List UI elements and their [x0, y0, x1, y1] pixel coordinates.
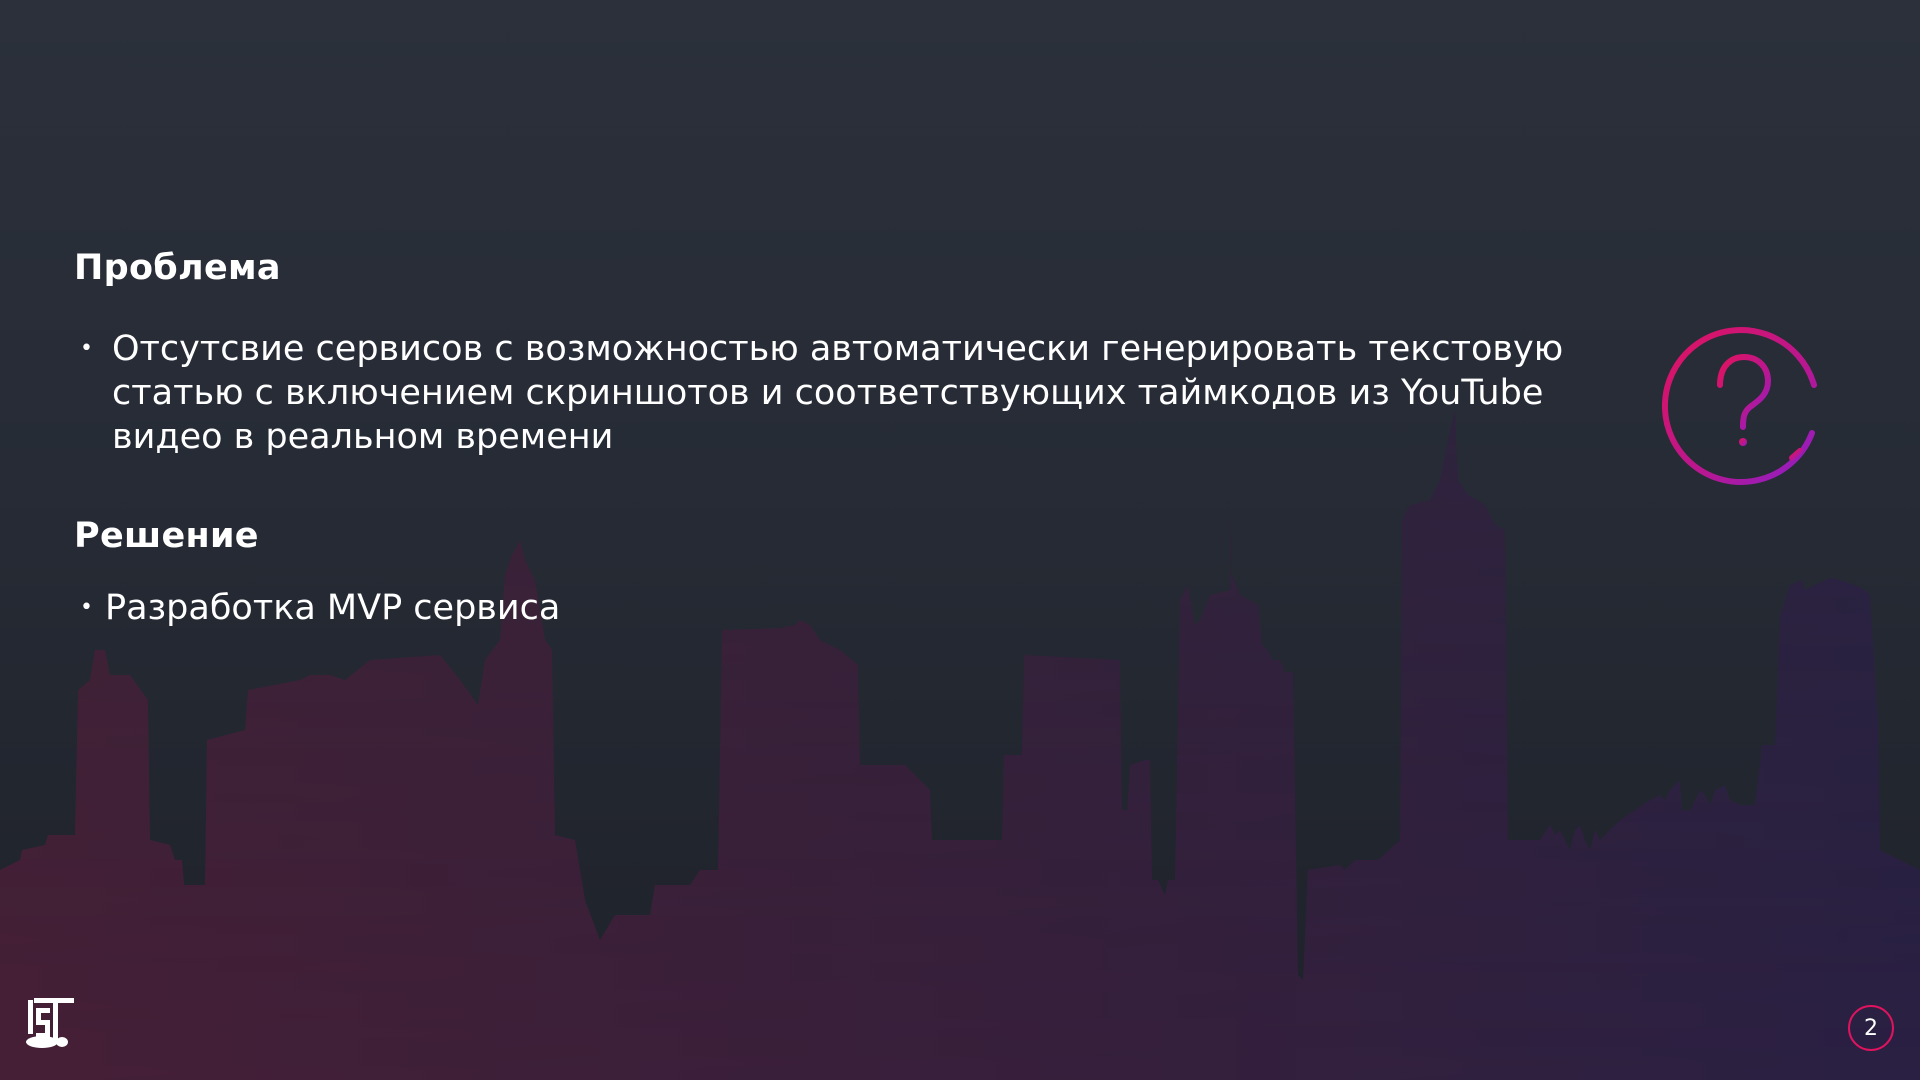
solution-bullet-text: Разработка MVP сервиса	[105, 588, 561, 628]
problem-bullet: • Отсутсвие сервисов с возможностью авто…	[74, 327, 1614, 459]
solution-heading: Решение	[74, 516, 259, 556]
bullet-dot: •	[80, 336, 93, 361]
question-mark-circle-icon	[1662, 327, 1817, 485]
problem-heading: Проблема	[74, 248, 281, 288]
page-number-badge: 2	[1848, 1005, 1894, 1051]
bullet-dot: •	[80, 595, 93, 620]
problem-bullet-text: Отсутсвие сервисов с возможностью автома…	[112, 329, 1564, 457]
company-logo-icon	[26, 998, 74, 1048]
solution-bullet: • Разработка MVP сервиса	[74, 586, 560, 630]
slide: Проблема • Отсутсвие сервисов с возможно…	[0, 0, 1920, 1080]
page-number: 2	[1864, 1015, 1878, 1041]
